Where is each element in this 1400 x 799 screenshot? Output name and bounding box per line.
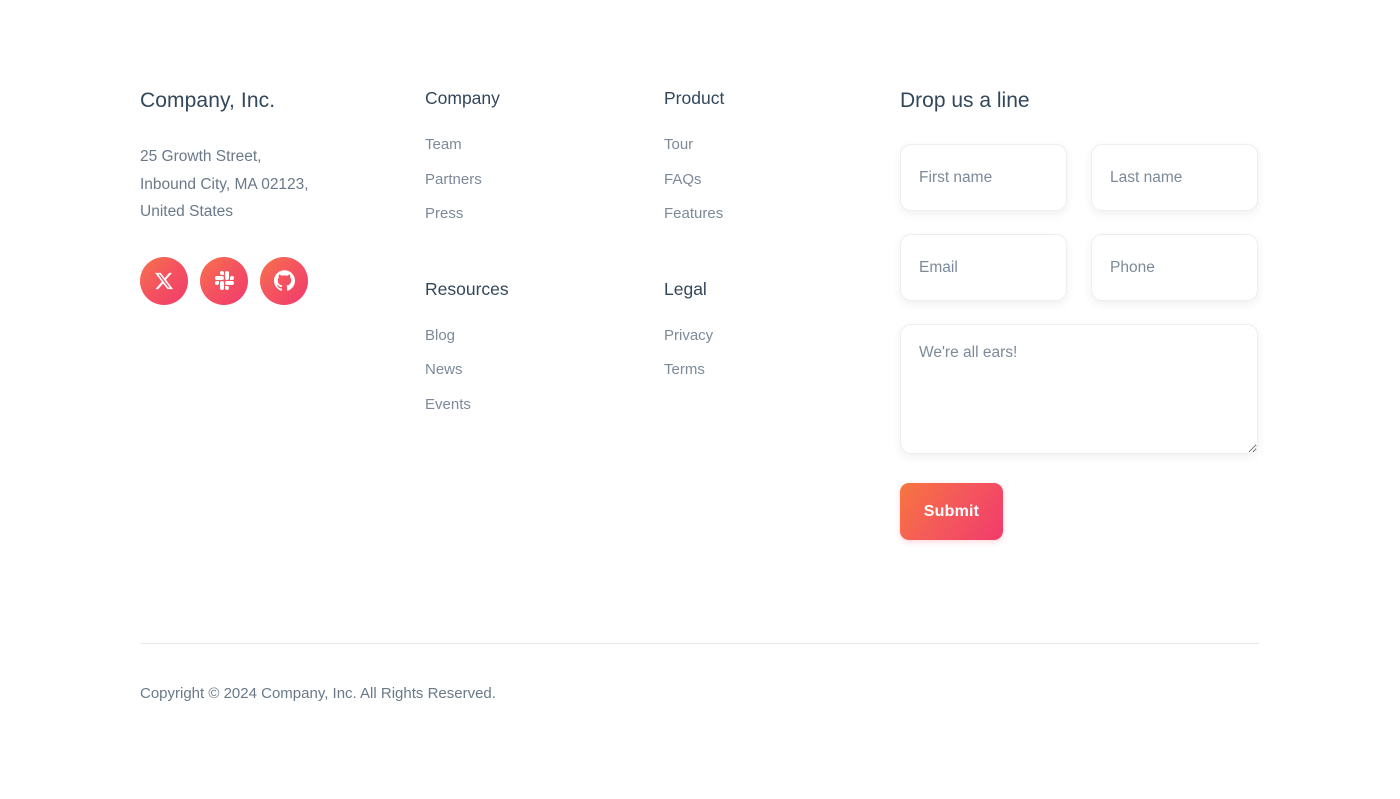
footer-divider	[140, 643, 1259, 644]
address-line-2: Inbound City, MA 02123,	[140, 175, 309, 193]
last-name-input[interactable]	[1091, 144, 1258, 212]
nav-heading-company: Company	[425, 88, 500, 108]
contact-form: Submit	[900, 144, 1259, 541]
nav-link-team[interactable]: Team	[425, 128, 664, 163]
nav-link-privacy[interactable]: Privacy	[664, 319, 900, 354]
slack-icon	[214, 271, 234, 291]
contact-form-title: Drop us a line	[900, 89, 1030, 112]
contact-form-column: Drop us a line Submit	[900, 88, 1259, 541]
address-line-1: 25 Growth Street,	[140, 148, 262, 166]
address-line-3: United States	[140, 203, 234, 221]
nav-link-events[interactable]: Events	[425, 388, 664, 423]
nav-link-faqs[interactable]: FAQs	[664, 163, 900, 198]
company-address: 25 Growth Street, Inbound City, MA 02123…	[140, 143, 425, 226]
social-link-x-twitter[interactable]	[140, 256, 188, 305]
social-link-slack[interactable]	[200, 256, 248, 305]
nav-heading-legal: Legal	[664, 278, 707, 299]
footer-container: Company, Inc. 25 Growth Street, Inbound …	[140, 88, 1259, 541]
footer-page: Company, Inc. 25 Growth Street, Inbound …	[0, 0, 1400, 799]
nav-group-company: Company Team Partners Press	[425, 88, 664, 232]
footer-columns: Company, Inc. 25 Growth Street, Inbound …	[140, 88, 1259, 541]
message-textarea[interactable]	[900, 324, 1258, 455]
nav-link-blog[interactable]: Blog	[425, 319, 664, 354]
social-link-github[interactable]	[260, 256, 308, 305]
x-twitter-icon	[154, 271, 174, 291]
nav-link-features[interactable]: Features	[664, 197, 900, 232]
nav-group-legal: Legal Privacy Terms	[664, 279, 900, 388]
company-name: Company, Inc.	[140, 89, 276, 112]
name-row	[900, 144, 1259, 212]
nav-column-product-legal: Product Tour FAQs Features Legal Privacy…	[664, 88, 900, 388]
contact-row	[900, 234, 1259, 302]
brand-column: Company, Inc. 25 Growth Street, Inbound …	[140, 88, 425, 305]
nav-link-tour[interactable]: Tour	[664, 128, 900, 163]
social-links	[140, 256, 425, 305]
first-name-input[interactable]	[900, 144, 1067, 212]
nav-group-product: Product Tour FAQs Features	[664, 88, 900, 232]
nav-link-press[interactable]: Press	[425, 197, 664, 232]
nav-link-news[interactable]: News	[425, 353, 664, 388]
email-input[interactable]	[900, 234, 1067, 302]
nav-link-partners[interactable]: Partners	[425, 163, 664, 198]
nav-column-company-resources: Company Team Partners Press Resources Bl…	[425, 88, 664, 422]
copyright-text: Copyright © 2024 Company, Inc. All Right…	[140, 685, 496, 702]
nav-heading-product: Product	[664, 88, 725, 108]
nav-heading-resources: Resources	[425, 278, 509, 299]
github-icon	[273, 270, 295, 291]
submit-button[interactable]: Submit	[900, 483, 1003, 541]
nav-link-terms[interactable]: Terms	[664, 353, 900, 388]
phone-input[interactable]	[1091, 234, 1258, 302]
nav-group-resources: Resources Blog News Events	[425, 279, 664, 423]
